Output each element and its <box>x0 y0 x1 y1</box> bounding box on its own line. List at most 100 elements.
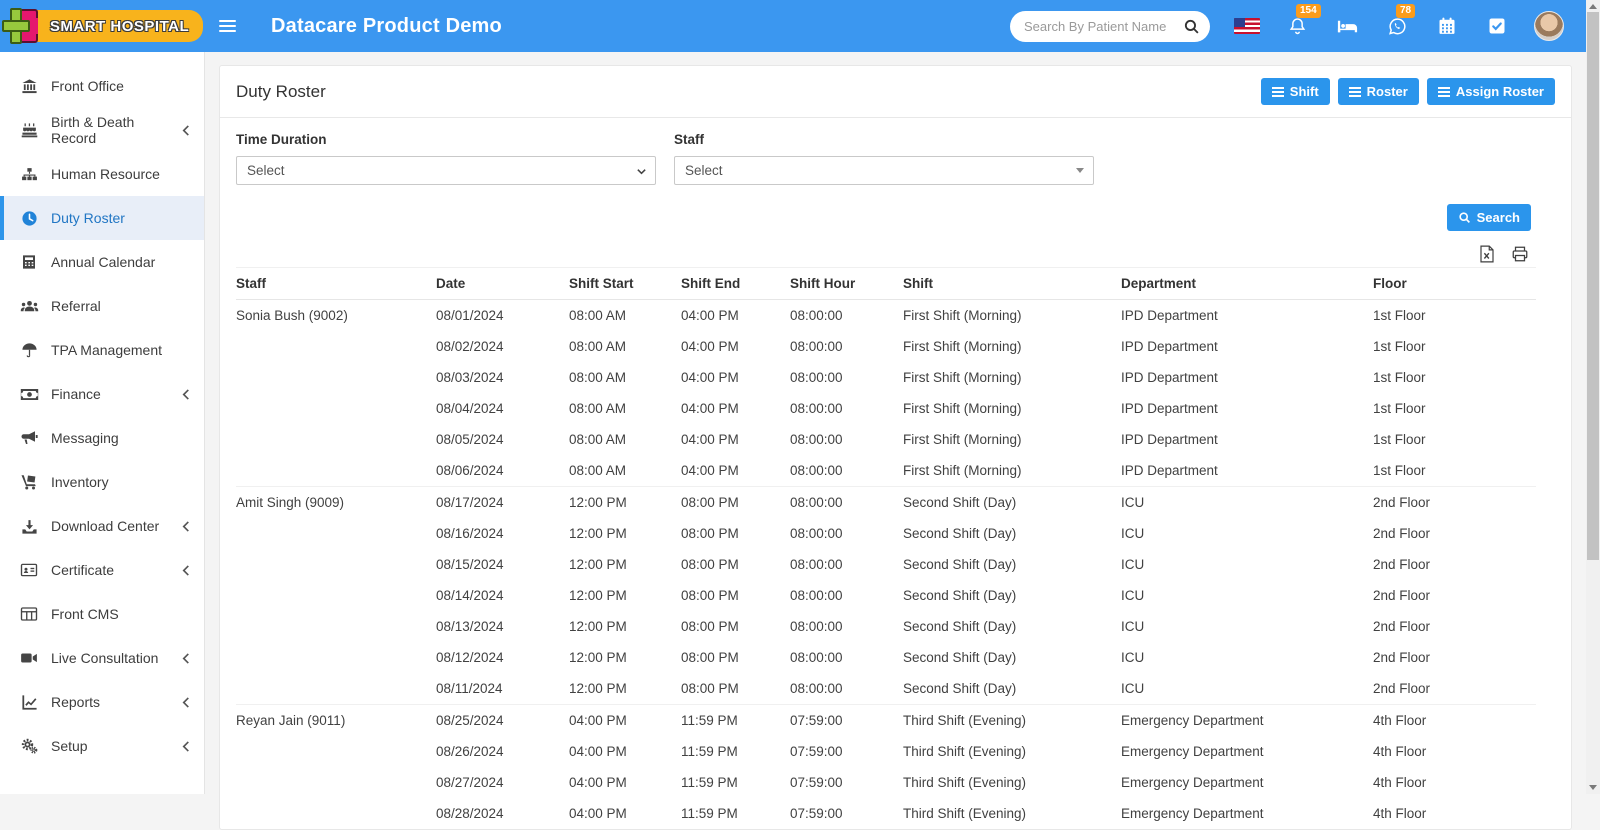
cell-shift: Third Shift (Evening) <box>903 775 1027 790</box>
sidebar-item-download-center[interactable]: Download Center <box>0 504 204 548</box>
cell-shift-start: 12:00 PM <box>569 526 627 541</box>
roster-button[interactable]: Roster <box>1337 78 1419 105</box>
page-scrollbar[interactable] <box>1586 0 1600 794</box>
cell-department: ICU <box>1121 486 1373 518</box>
time-duration-label: Time Duration <box>236 132 327 147</box>
cell-shift: First Shift (Morning) <box>903 299 1121 331</box>
cell-shift: Third Shift (Evening) <box>903 744 1027 759</box>
sidebar-item-setup[interactable]: Setup <box>0 724 204 768</box>
cell-staff <box>236 798 436 829</box>
sidebar-item-human-resource[interactable]: Human Resource <box>0 152 204 196</box>
whatsapp-badge: 78 <box>1396 4 1416 18</box>
sidebar-item-birth-death-record[interactable]: Birth & Death Record <box>0 108 204 152</box>
cell-shift-hour: 08:00:00 <box>790 463 843 478</box>
notifications-bell[interactable]: 154 <box>1284 4 1321 39</box>
cell-shift-start: 08:00 AM <box>569 370 627 385</box>
sidebar-item-label: Referral <box>51 298 101 314</box>
cell-floor: 2nd Floor <box>1373 557 1431 572</box>
sidebar-item-certificate[interactable]: Certificate <box>0 548 204 592</box>
sidebar-item-inventory[interactable]: Inventory <box>0 460 204 504</box>
patient-search-input[interactable] <box>1024 18 1183 34</box>
sidebar-item-referral[interactable]: Referral <box>0 284 204 328</box>
bed-status[interactable] <box>1334 13 1360 39</box>
sidebar-item-live-consultation[interactable]: Live Consultation <box>0 636 204 680</box>
cell-floor: 2nd Floor <box>1373 588 1431 603</box>
cell-shift: Second Shift (Day) <box>903 619 1017 634</box>
cell-date: 08/17/2024 <box>436 486 569 518</box>
birthday-cake-icon <box>19 120 39 140</box>
brand-name: SMART HOSPITAL <box>49 17 190 35</box>
table-row: 08/13/2024 12:00 PM 08:00 PM 08:00:00 Second… <box>236 611 1536 642</box>
bell-icon <box>1287 16 1308 37</box>
calendar-icon <box>1437 16 1457 36</box>
cell-shift-hour: 08:00:00 <box>790 486 903 518</box>
cell-shift: Second Shift (Day) <box>903 588 1017 603</box>
scroll-down-arrow[interactable] <box>1589 785 1597 790</box>
cell-floor: 1st Floor <box>1373 463 1426 478</box>
cell-staff <box>236 518 436 549</box>
brand-logo[interactable]: SMART HOSPITAL <box>0 0 205 52</box>
time-duration-select[interactable]: Select <box>236 156 656 185</box>
cell-shift-end: 04:00 PM <box>681 432 739 447</box>
cell-date: 08/16/2024 <box>436 526 504 541</box>
col-header-shift-start: Shift Start <box>569 267 681 300</box>
staff-select[interactable]: Select <box>674 156 1094 185</box>
sidebar-item-duty-roster[interactable]: Duty Roster <box>0 196 204 240</box>
cell-shift-start: 08:00 AM <box>569 463 627 478</box>
sidebar-item-front-office[interactable]: Front Office <box>0 64 204 108</box>
cell-shift-start: 04:00 PM <box>569 704 681 736</box>
language-flag-us[interactable] <box>1234 18 1260 34</box>
search-icon[interactable] <box>1183 18 1200 35</box>
menu-toggle-icon[interactable] <box>219 11 249 41</box>
print-icon[interactable] <box>1511 245 1529 263</box>
whatsapp-messages[interactable]: 78 <box>1384 4 1416 39</box>
cell-shift-hour: 08:00:00 <box>790 557 843 572</box>
cell-shift-end: 04:00 PM <box>681 370 739 385</box>
cell-shift-hour: 08:00:00 <box>790 401 843 416</box>
bullhorn-icon <box>19 428 39 448</box>
table-row: 08/28/2024 04:00 PM 11:59 PM 07:59:00 Third … <box>236 798 1536 829</box>
sidebar-item-label: TPA Management <box>51 342 163 358</box>
cell-floor: 1st Floor <box>1373 401 1426 416</box>
cell-shift-end: 04:00 PM <box>681 401 739 416</box>
shift-button[interactable]: Shift <box>1260 78 1330 105</box>
cell-date: 08/02/2024 <box>436 339 504 354</box>
sidebar-item-label: Setup <box>51 738 88 754</box>
cell-date: 08/25/2024 <box>436 704 569 736</box>
sidebar-item-label: Messaging <box>51 430 119 446</box>
cell-shift-end: 11:59 PM <box>681 806 738 821</box>
table-row: 08/15/2024 12:00 PM 08:00 PM 08:00:00 Second… <box>236 549 1536 580</box>
cell-shift-end: 08:00 PM <box>681 650 739 665</box>
sidebar-item-finance[interactable]: Finance <box>0 372 204 416</box>
cell-shift-hour: 08:00:00 <box>790 370 843 385</box>
col-header-date: Date <box>436 267 569 300</box>
calendar-tasks[interactable] <box>1434 13 1460 39</box>
cell-floor: 4th Floor <box>1373 744 1427 759</box>
search-button[interactable]: Search <box>1446 204 1531 231</box>
scrollbar-thumb[interactable] <box>1587 12 1599 560</box>
sidebar-item-front-cms[interactable]: Front CMS <box>0 592 204 636</box>
scroll-up-arrow[interactable] <box>1589 4 1597 9</box>
cell-staff <box>236 611 436 642</box>
cell-staff <box>236 549 436 580</box>
sidebar-item-messaging[interactable]: Messaging <box>0 416 204 460</box>
cell-staff <box>236 393 436 424</box>
assign-roster-button[interactable]: Assign Roster <box>1426 78 1555 105</box>
cell-shift-hour: 07:59:00 <box>790 775 843 790</box>
users-icon <box>19 296 39 316</box>
sidebar-item-tpa-management[interactable]: TPA Management <box>0 328 204 372</box>
user-avatar[interactable] <box>1534 11 1564 41</box>
cell-floor: 1st Floor <box>1373 370 1426 385</box>
table-row: 08/11/2024 12:00 PM 08:00 PM 08:00:00 Second… <box>236 673 1536 705</box>
cell-shift-hour: 08:00:00 <box>790 339 843 354</box>
chart-line-icon <box>19 692 39 712</box>
approvals[interactable] <box>1484 13 1510 39</box>
sidebar-item-annual-calendar[interactable]: Annual Calendar <box>0 240 204 284</box>
cell-date: 08/05/2024 <box>436 432 504 447</box>
table-row: 08/14/2024 12:00 PM 08:00 PM 08:00:00 Second… <box>236 580 1536 611</box>
sidebar-item-label: Birth & Death Record <box>51 114 135 146</box>
cell-shift-end: 11:59 PM <box>681 775 738 790</box>
cell-date: 08/28/2024 <box>436 806 504 821</box>
sidebar-item-reports[interactable]: Reports <box>0 680 204 724</box>
export-excel-icon[interactable] <box>1479 245 1495 263</box>
